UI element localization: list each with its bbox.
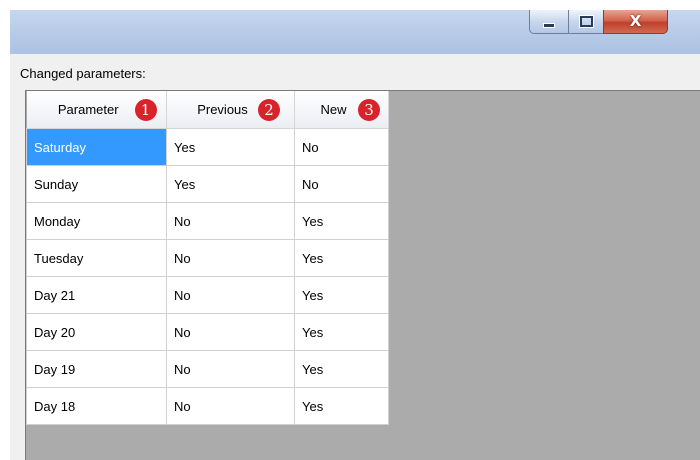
cell-previous[interactable]: No <box>166 239 295 277</box>
table-row[interactable]: Day 19 No Yes <box>26 350 389 388</box>
maximize-button[interactable] <box>568 10 604 34</box>
cell-new[interactable]: Yes <box>294 350 389 388</box>
column-header-parameter[interactable]: Parameter 1 <box>26 91 167 129</box>
cell-new[interactable]: No <box>294 128 389 166</box>
cell-previous[interactable]: No <box>166 313 295 351</box>
cell-new[interactable]: No <box>294 165 389 203</box>
cell-new[interactable]: Yes <box>294 239 389 277</box>
cell-new[interactable]: Yes <box>294 387 389 425</box>
maximize-icon <box>579 16 593 27</box>
cell-previous[interactable]: No <box>166 387 295 425</box>
cell-parameter[interactable]: Tuesday <box>26 239 167 277</box>
column-header-label: Parameter <box>57 102 119 117</box>
changed-parameters-grid[interactable]: Parameter 1 Previous 2 New 3 Saturday Ye… <box>25 90 700 460</box>
cell-parameter[interactable]: Day 20 <box>26 313 167 351</box>
close-icon: X <box>629 12 642 30</box>
column-header-previous[interactable]: Previous 2 <box>166 91 295 129</box>
column-header-label: Previous <box>197 102 248 117</box>
section-label: Changed parameters: <box>20 66 146 81</box>
table-row[interactable]: Day 18 No Yes <box>26 387 389 425</box>
cell-previous[interactable]: No <box>166 202 295 240</box>
minimize-icon <box>543 23 555 28</box>
badge-1: 1 <box>134 99 157 121</box>
parameters-table: Parameter 1 Previous 2 New 3 Saturday Ye… <box>26 91 389 425</box>
column-header-new[interactable]: New 3 <box>294 91 389 129</box>
cell-parameter[interactable]: Saturday <box>26 128 167 166</box>
close-button[interactable]: X <box>603 10 668 34</box>
table-row[interactable]: Day 21 No Yes <box>26 276 389 314</box>
table-row[interactable]: Sunday Yes No <box>26 165 389 203</box>
cell-parameter[interactable]: Day 18 <box>26 387 167 425</box>
cell-parameter[interactable]: Day 21 <box>26 276 167 314</box>
cell-new[interactable]: Yes <box>294 313 389 351</box>
cell-previous[interactable]: Yes <box>166 128 295 166</box>
cell-new[interactable]: Yes <box>294 276 389 314</box>
badge-2: 2 <box>258 99 280 121</box>
minimize-button[interactable] <box>529 10 569 34</box>
cell-previous[interactable]: No <box>166 350 295 388</box>
table-row[interactable]: Tuesday No Yes <box>26 239 389 277</box>
column-header-label: New <box>320 102 347 117</box>
title-bar[interactable]: X <box>10 10 700 54</box>
table-row[interactable]: Saturday Yes No <box>26 128 389 166</box>
cell-previous[interactable]: Yes <box>166 165 295 203</box>
badge-3: 3 <box>358 99 380 121</box>
table-row[interactable]: Monday No Yes <box>26 202 389 240</box>
cell-parameter[interactable]: Sunday <box>26 165 167 203</box>
table-row[interactable]: Day 20 No Yes <box>26 313 389 351</box>
cell-previous[interactable]: No <box>166 276 295 314</box>
cell-parameter[interactable]: Monday <box>26 202 167 240</box>
cell-parameter[interactable]: Day 19 <box>26 350 167 388</box>
header-row: Parameter 1 Previous 2 New 3 <box>26 91 389 129</box>
cell-new[interactable]: Yes <box>294 202 389 240</box>
